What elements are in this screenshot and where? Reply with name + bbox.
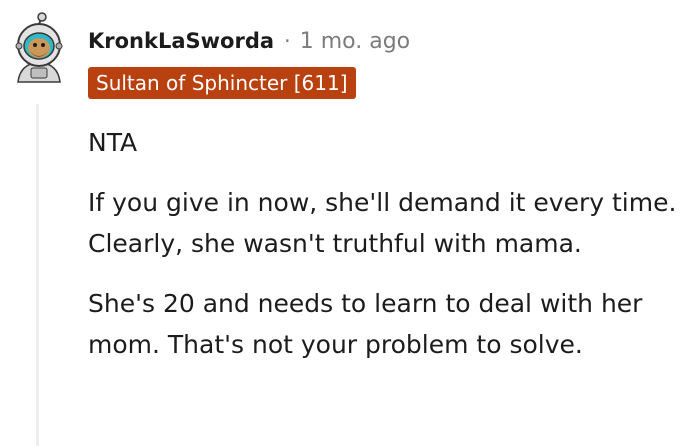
comment: KronkLaSworda · 1 mo. ago Sultan of Sphi… [0,0,700,446]
comment-body: NTA If you give in now, she'll demand it… [88,122,688,384]
timestamp-link[interactable]: 1 mo. ago [300,29,410,54]
meta-separator: · [284,29,291,53]
thread-collapse-line[interactable] [36,104,39,446]
comment-meta: KronkLaSworda · 1 mo. ago [88,26,410,56]
comment-paragraph: NTA [88,128,138,157]
user-flair-badge: Sultan of Sphincter [611] [88,67,356,99]
comment-paragraph: If you give in now, she'll demand it eve… [88,188,677,258]
username-link[interactable]: KronkLaSworda [88,29,274,53]
comment-paragraph: She's 20 and needs to learn to deal with… [88,289,643,359]
user-avatar-icon[interactable] [8,12,70,90]
